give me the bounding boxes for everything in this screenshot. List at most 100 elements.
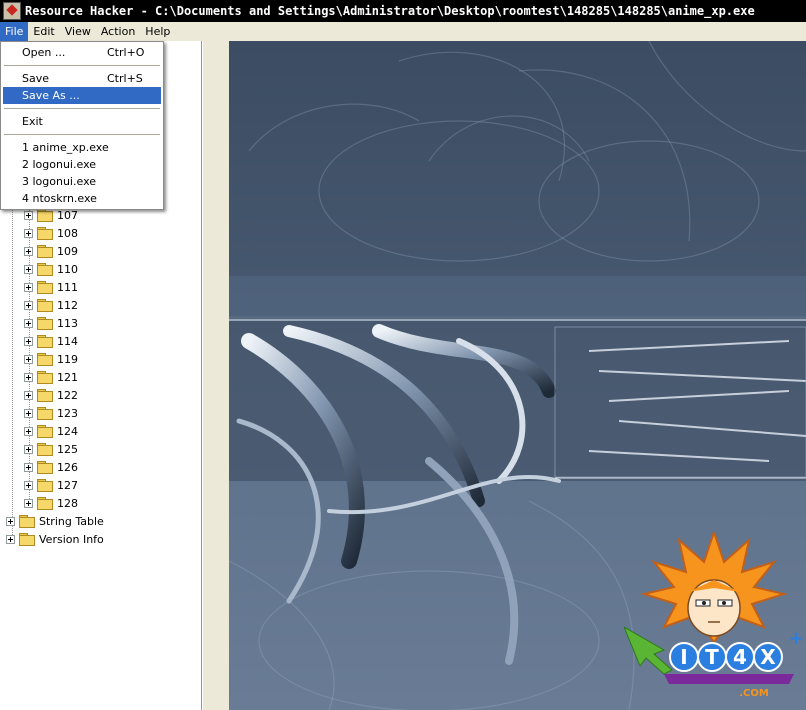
menu-action[interactable]: Action: [96, 22, 140, 41]
menu-item-exit[interactable]: Exit: [3, 113, 161, 130]
folder-icon: [37, 371, 53, 384]
folder-icon: [37, 299, 53, 312]
folder-icon: [37, 497, 53, 510]
expand-icon[interactable]: [24, 228, 33, 238]
svg-text:I: I: [680, 645, 687, 669]
expand-icon[interactable]: [24, 210, 33, 220]
folder-icon: [37, 479, 53, 492]
tree-item-label: 111: [57, 280, 78, 294]
tree-item-label: 119: [57, 352, 78, 366]
expand-icon[interactable]: [24, 354, 33, 364]
shortcut-label: Ctrl+O: [107, 46, 145, 59]
svg-text:T: T: [705, 645, 719, 669]
folder-icon: [37, 227, 53, 240]
tree-item-126[interactable]: 126: [24, 458, 78, 476]
expand-icon[interactable]: [24, 444, 33, 454]
tree-item-label: Version Info: [39, 532, 104, 546]
panel-splitter[interactable]: [202, 41, 229, 710]
svg-text:.COM: .COM: [739, 688, 769, 699]
expand-icon[interactable]: [24, 264, 33, 274]
tree-item-128[interactable]: 128: [24, 494, 78, 512]
menu-item-recent-4[interactable]: 4 ntoskrn.exe: [3, 190, 161, 207]
folder-icon: [37, 443, 53, 456]
tree-item-123[interactable]: 123: [24, 404, 78, 422]
tree-item-label: 122: [57, 388, 78, 402]
app-icon[interactable]: [3, 2, 21, 20]
expand-icon[interactable]: [24, 282, 33, 292]
tree-item-111[interactable]: 111: [24, 278, 78, 296]
folder-icon: [37, 407, 53, 420]
tree-item-125[interactable]: 125: [24, 440, 78, 458]
tree-item-label: 124: [57, 424, 78, 438]
tree-item-version-info[interactable]: Version Info: [6, 530, 104, 548]
tree-item-label: 113: [57, 316, 78, 330]
folder-icon: [37, 317, 53, 330]
expand-icon[interactable]: [24, 390, 33, 400]
menu-item-label: Save As ...: [22, 89, 80, 102]
tree-item-121[interactable]: 121: [24, 368, 78, 386]
tree-item-label: 125: [57, 442, 78, 456]
tree-item-label: 108: [57, 226, 78, 240]
expand-icon[interactable]: [24, 426, 33, 436]
tree-item-string-table[interactable]: String Table: [6, 512, 104, 530]
menu-edit[interactable]: Edit: [28, 22, 59, 41]
tree-item-label: 112: [57, 298, 78, 312]
folder-icon: [37, 353, 53, 366]
expand-icon[interactable]: [24, 480, 33, 490]
watermark-logo: I T 4 X + .COM: [622, 528, 804, 702]
menu-item-open[interactable]: Open ... Ctrl+O: [3, 44, 161, 61]
expand-icon[interactable]: [6, 516, 15, 526]
tree-item-label: String Table: [39, 514, 104, 528]
expand-icon[interactable]: [24, 498, 33, 508]
file-menu-dropdown: Open ... Ctrl+O Save Ctrl+S Save As ... …: [0, 41, 164, 210]
menu-item-recent-1[interactable]: 1 anime_xp.exe: [3, 139, 161, 156]
tree-item-label: 127: [57, 478, 78, 492]
expand-icon[interactable]: [24, 372, 33, 382]
tree-item-109[interactable]: 109: [24, 242, 78, 260]
tree-item-124[interactable]: 124: [24, 422, 78, 440]
menu-separator: [4, 108, 160, 109]
menu-file[interactable]: File: [0, 22, 29, 41]
folder-icon: [37, 209, 53, 222]
expand-icon[interactable]: [24, 336, 33, 346]
tree-item-113[interactable]: 113: [24, 314, 78, 332]
svg-text:4: 4: [733, 645, 747, 669]
folder-icon: [37, 263, 53, 276]
tree-item-122[interactable]: 122: [24, 386, 78, 404]
svg-text:X: X: [760, 645, 776, 669]
tree-item-label: 126: [57, 460, 78, 474]
menu-item-save[interactable]: Save Ctrl+S: [3, 70, 161, 87]
tree-item-112[interactable]: 112: [24, 296, 78, 314]
folder-icon: [19, 515, 35, 528]
shortcut-label: Ctrl+S: [107, 72, 143, 85]
expand-icon[interactable]: [24, 318, 33, 328]
tree-item-127[interactable]: 127: [24, 476, 78, 494]
expand-icon[interactable]: [6, 534, 15, 544]
expand-icon[interactable]: [24, 300, 33, 310]
menu-help[interactable]: Help: [140, 22, 175, 41]
tree-item-label: 121: [57, 370, 78, 384]
window-title: Resource Hacker - C:\Documents and Setti…: [25, 4, 755, 18]
menu-item-recent-2[interactable]: 2 logonui.exe: [3, 156, 161, 173]
menu-item-label: Exit: [22, 115, 43, 128]
menu-view[interactable]: View: [60, 22, 96, 41]
tree-item-114[interactable]: 114: [24, 332, 78, 350]
menu-item-label: Open ...: [22, 46, 66, 59]
folder-icon: [37, 281, 53, 294]
menu-item-save-as[interactable]: Save As ...: [3, 87, 161, 104]
tree-item-110[interactable]: 110: [24, 260, 78, 278]
tree-item-label: 123: [57, 406, 78, 420]
tree-item-label: 107: [57, 208, 78, 222]
mascot-icon: I T 4 X + .COM: [622, 528, 804, 699]
tree-item-119[interactable]: 119: [24, 350, 78, 368]
expand-icon[interactable]: [24, 462, 33, 472]
expand-icon[interactable]: [24, 408, 33, 418]
menu-separator: [4, 65, 160, 66]
menu-item-recent-3[interactable]: 3 logonui.exe: [3, 173, 161, 190]
folder-icon: [37, 335, 53, 348]
tree-item-label: 128: [57, 496, 78, 510]
menu-bar: File Edit View Action Help: [0, 22, 806, 41]
folder-icon: [37, 389, 53, 402]
expand-icon[interactable]: [24, 246, 33, 256]
tree-item-108[interactable]: 108: [24, 224, 78, 242]
